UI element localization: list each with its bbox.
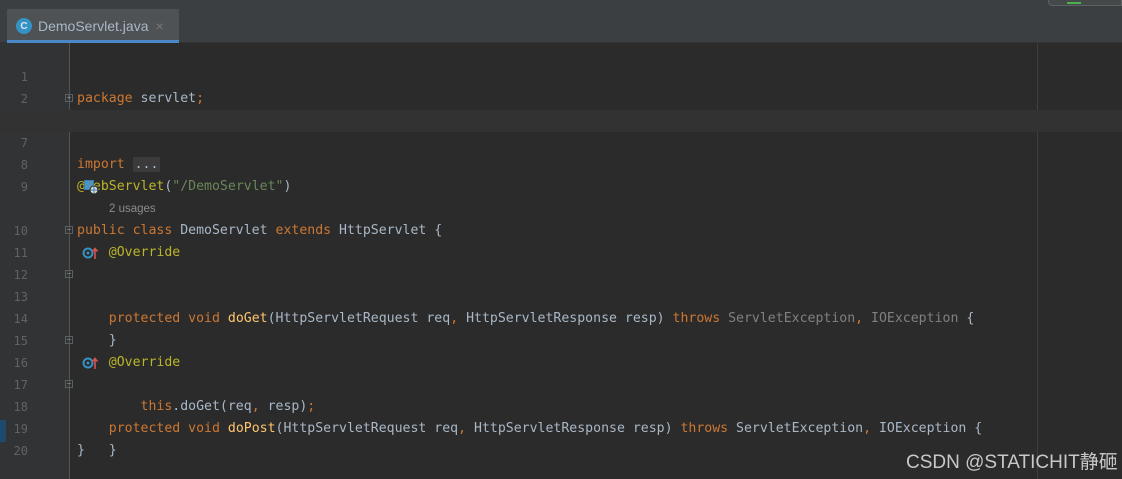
code-line[interactable]: 3 + import ...	[0, 88, 1122, 172]
code-line[interactable]: 15 @Override	[0, 308, 1122, 370]
fold-end-icon[interactable]: −	[65, 270, 73, 278]
toolbar-widget[interactable]	[1048, 0, 1122, 6]
line-number: 20	[13, 444, 28, 458]
fold-collapse-icon[interactable]: −	[65, 226, 73, 234]
code-line[interactable]: 9 public class DemoServlet extends HttpS…	[0, 154, 1122, 238]
ide-window: C DemoServlet.java × 1 package servlet; …	[0, 0, 1122, 479]
java-class-icon: C	[16, 18, 32, 34]
editor-tab-bar: C DemoServlet.java ×	[0, 0, 1122, 43]
code-line[interactable]: 12	[0, 242, 1122, 282]
code-line[interactable]: 11 − protected void doGet(HttpServletReq…	[0, 220, 1122, 327]
override-method-icon[interactable]	[34, 333, 98, 369]
code-line[interactable]: 8 @WebServlet("/DemoServlet")	[0, 132, 1122, 194]
code-line[interactable]: 2	[0, 66, 1122, 106]
close-icon[interactable]: ×	[156, 18, 164, 34]
code-text[interactable]: }	[77, 440, 85, 462]
code-line[interactable]: 16 − protected void doPost(HttpServletRe…	[0, 330, 1122, 437]
usages-hint-line: 2 usages	[0, 176, 1122, 215]
fold-collapse-icon[interactable]: −	[65, 336, 73, 344]
code-line[interactable]: 20	[0, 418, 1122, 458]
code-line[interactable]: 14	[0, 286, 1122, 326]
fold-end-icon[interactable]: −	[65, 380, 73, 388]
code-line[interactable]: 10 @Override	[0, 198, 1122, 260]
fold-expand-icon[interactable]: +	[65, 94, 73, 102]
code-line[interactable]: 18 − }	[0, 374, 1122, 459]
code-line[interactable]: 17 this.doGet(req, resp);	[0, 352, 1122, 414]
code-line[interactable]: 13 − }	[0, 264, 1122, 349]
code-line[interactable]: 1 package servlet;	[0, 44, 1122, 106]
current-code-line[interactable]: 7	[0, 110, 1122, 150]
code-line[interactable]: 19 }	[0, 396, 1122, 458]
tab-demoservlet-java[interactable]: C DemoServlet.java ×	[7, 9, 179, 43]
override-method-icon[interactable]	[34, 223, 98, 259]
servlet-web-icon[interactable]	[34, 157, 99, 195]
watermark-text: CSDN @STATICHIT静砸	[906, 452, 1118, 473]
tab-label: DemoServlet.java	[38, 18, 149, 34]
